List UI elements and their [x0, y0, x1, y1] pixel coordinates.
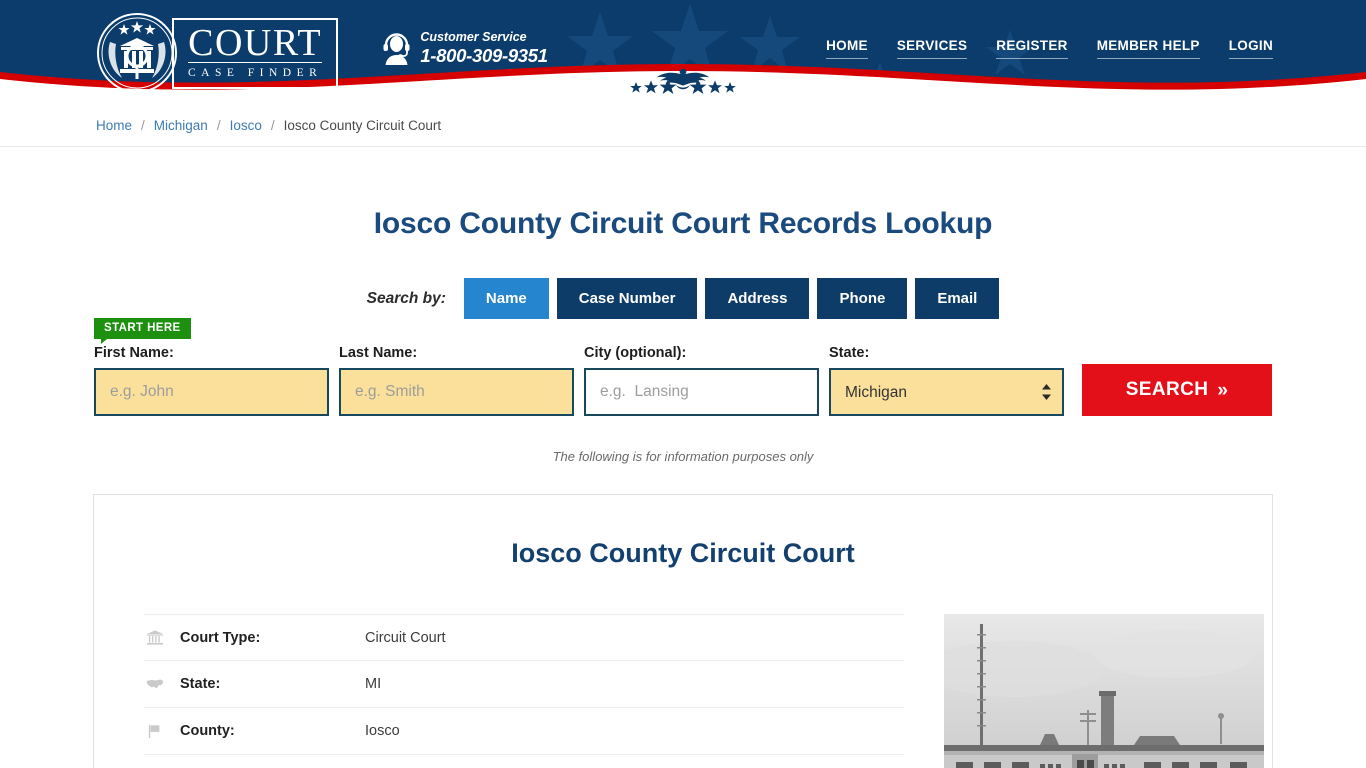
eagle-emblem-icon [630, 69, 736, 94]
detail-key: County: [180, 723, 235, 739]
search-by-label: Search by: [366, 289, 446, 307]
tab-email[interactable]: Email [915, 278, 1000, 319]
breadcrumb-item-home[interactable]: Home [96, 118, 132, 133]
start-here-badge: START HERE [94, 318, 191, 344]
search-button[interactable]: SEARCH » [1082, 364, 1272, 416]
table-row: Court Type: Circuit Court [144, 614, 904, 661]
breadcrumb-item-michigan[interactable]: Michigan [154, 118, 208, 133]
first-name-label: First Name: [94, 345, 174, 361]
city-input[interactable] [584, 368, 819, 416]
bank-icon [144, 629, 166, 647]
flag-icon [144, 722, 166, 740]
customer-service-block: Customer Service 1-800-309-9351 [382, 30, 548, 67]
tab-name[interactable]: Name [463, 278, 549, 319]
nav-item-register[interactable]: REGISTER [996, 38, 1068, 59]
detail-value: Circuit Court [365, 629, 446, 646]
breadcrumb-item-iosco[interactable]: Iosco [230, 118, 262, 133]
court-details-table: Court Type: Circuit Court State: MI Coun… [144, 614, 904, 768]
breadcrumb-separator: / [216, 117, 221, 133]
city-field-group: City (optional): [584, 345, 819, 416]
logo-subtitle: CASE FINDER [188, 61, 323, 80]
site-logo[interactable]: COURT CASE FINDER [96, 12, 339, 94]
customer-service-label: Customer Service [420, 30, 527, 44]
state-field-group: State: Michigan [829, 345, 1064, 416]
breadcrumb-bar: Home / Michigan / Iosco / Iosco County C… [0, 104, 1366, 147]
state-select[interactable]: Michigan [829, 368, 1064, 416]
detail-key: State: [180, 676, 221, 692]
breadcrumb: Home / Michigan / Iosco / Iosco County C… [93, 118, 1273, 133]
tab-case-number[interactable]: Case Number [556, 278, 698, 319]
usa-map-icon [144, 675, 166, 693]
tab-address[interactable]: Address [705, 278, 810, 319]
detail-value: MI [365, 676, 382, 692]
detail-value: Iosco [365, 723, 400, 739]
logo-word: COURT [188, 21, 323, 64]
nav-item-login[interactable]: LOGIN [1228, 38, 1273, 59]
detail-key: Court Type: [180, 629, 261, 646]
nav-item-services[interactable]: SERVICES [896, 38, 968, 59]
last-name-field-group: Last Name: [339, 345, 574, 416]
court-name-title: Iosco County Circuit Court [511, 538, 855, 568]
disclaimer-text: The following is for information purpose… [552, 449, 814, 464]
court-info-card: Iosco County Circuit Court Court Type: C… [93, 494, 1273, 768]
tab-phone[interactable]: Phone [817, 278, 908, 319]
search-form: START HERE First Name: Last Name: City (… [93, 318, 1273, 416]
last-name-label: Last Name: [339, 345, 418, 361]
page-content: Iosco County Circuit Court Records Looku… [93, 207, 1273, 768]
nav-item-member-help[interactable]: MEMBER HELP [1096, 38, 1200, 59]
courthouse-photo [944, 614, 1264, 768]
headset-icon [383, 32, 410, 65]
last-name-input[interactable] [339, 368, 574, 416]
customer-service-phone[interactable]: 1-800-309-9351 [420, 45, 548, 67]
search-button-label: SEARCH [1125, 379, 1209, 400]
breadcrumb-separator: / [270, 117, 275, 133]
state-label: State: [829, 345, 870, 361]
breadcrumb-item-current: Iosco County Circuit Court [283, 117, 442, 133]
double-chevron-right-icon: » [1217, 379, 1229, 401]
first-name-field-group: START HERE First Name: [94, 318, 329, 416]
breadcrumb-separator: / [141, 117, 145, 133]
main-navigation: HOME SERVICES REGISTER MEMBER HELP LOGIN [826, 38, 1273, 59]
page-title: Iosco County Circuit Court Records Looku… [373, 207, 993, 240]
first-name-input[interactable] [94, 368, 329, 416]
nav-item-home[interactable]: HOME [826, 38, 868, 59]
search-by-tabs: Search by: Name Case Number Address Phon… [93, 278, 1273, 319]
city-label: City (optional): [584, 345, 687, 361]
table-row: County: Iosco [144, 708, 904, 755]
table-row: State: MI [144, 661, 904, 708]
site-header: COURT CASE FINDER Customer Service 1-800… [0, 0, 1366, 104]
courthouse-seal-icon [97, 13, 177, 93]
